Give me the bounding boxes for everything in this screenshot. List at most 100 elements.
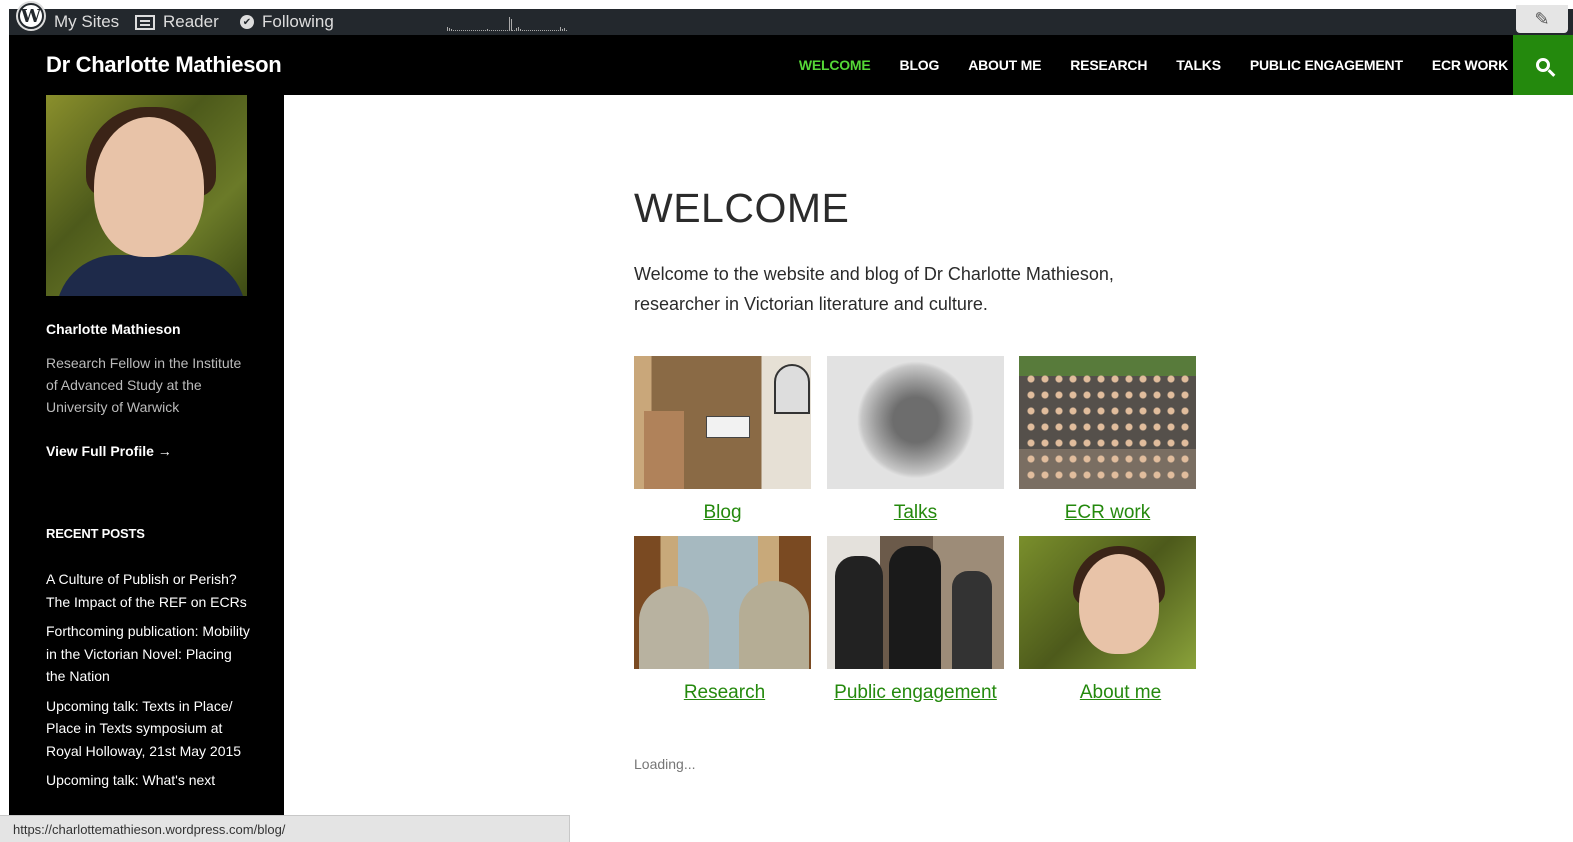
nav-public-engagement[interactable]: PUBLIC ENGAGEMENT xyxy=(1250,57,1403,73)
sparkline-bar xyxy=(496,30,498,31)
sparkline-bar xyxy=(534,30,536,31)
talks-tile-image[interactable] xyxy=(827,356,1004,489)
sparkline-bar xyxy=(520,29,522,31)
sparkline-bar xyxy=(450,29,452,31)
search-icon xyxy=(1536,58,1550,72)
sparkline-bar xyxy=(554,30,556,31)
sparkline-bar xyxy=(514,30,516,31)
intro-text: Welcome to the website and blog of Dr Ch… xyxy=(634,264,1114,314)
research-tile-link[interactable]: Research xyxy=(636,682,813,704)
sparkline-bar xyxy=(540,30,542,31)
following-label: Following xyxy=(262,12,334,31)
blog-tile-link[interactable]: Blog xyxy=(634,502,811,524)
sparkline-bar xyxy=(486,29,488,31)
page-title: WELCOME xyxy=(634,185,850,231)
recent-posts-heading: RECENT POSTS xyxy=(46,526,145,541)
sparkline-bar xyxy=(526,30,528,31)
sparkline-bar xyxy=(482,30,484,31)
about-me-tile-image[interactable] xyxy=(1019,536,1196,669)
sparkline-bar xyxy=(506,30,508,31)
sparkline-bar xyxy=(552,30,554,31)
sparkline-bar xyxy=(524,30,526,31)
sparkline-bar xyxy=(494,30,496,31)
sparkline-bar xyxy=(464,30,466,31)
sparkline-bar xyxy=(448,28,450,31)
recent-posts-list: A Culture of Publish or Perish? The Impa… xyxy=(46,568,251,799)
sidebar: Charlotte Mathieson Research Fellow in t… xyxy=(9,95,284,842)
sparkline-bar xyxy=(456,30,458,31)
recent-post-link[interactable]: Forthcoming publication: Mobility in the… xyxy=(46,620,251,688)
sparkline-bar xyxy=(530,30,532,31)
profile-bio: Research Fellow in the Institute of Adva… xyxy=(46,355,242,415)
main-content: WELCOME Welcome to the website and blog … xyxy=(634,0,1234,842)
site-title[interactable]: Dr Charlotte Mathieson xyxy=(46,52,282,78)
checkmark-icon: ✔ xyxy=(240,15,254,29)
sparkline-bar xyxy=(532,30,534,31)
research-tile-image[interactable] xyxy=(634,536,811,669)
sparkline-bar xyxy=(476,30,478,31)
sparkline-bar xyxy=(468,30,470,31)
reader-button[interactable]: Reader xyxy=(135,9,219,35)
sparkline-bar xyxy=(516,28,518,31)
wordpress-logo-icon[interactable]: W xyxy=(18,3,44,29)
sparkline-bar xyxy=(548,30,550,31)
public-engagement-tile-image[interactable] xyxy=(827,536,1004,669)
sparkline-bar xyxy=(478,30,480,31)
profile-name[interactable]: Charlotte Mathieson xyxy=(46,321,181,337)
browser-status-bar: https://charlottemathieson.wordpress.com… xyxy=(0,815,570,842)
sparkline-bar xyxy=(484,30,486,31)
recent-post-link[interactable]: Upcoming talk: Texts in Place/ Place in … xyxy=(46,695,251,763)
ecr-work-tile-link[interactable]: ECR work xyxy=(1019,502,1196,524)
sparkline-bar xyxy=(508,17,510,31)
reader-icon xyxy=(135,14,155,30)
sparkline-bar xyxy=(566,30,568,31)
sparkline-bar xyxy=(518,27,520,31)
sparkline-bar xyxy=(500,30,502,31)
sparkline-bar xyxy=(510,19,512,31)
sparkline-bar xyxy=(460,30,462,31)
sparkline-bar xyxy=(492,30,494,31)
sparkline-bar xyxy=(560,27,562,31)
blog-tile-image[interactable] xyxy=(634,356,811,489)
sparkline-bar xyxy=(452,30,454,31)
sparkline-bar xyxy=(447,27,448,31)
my-sites-button[interactable]: My Sites xyxy=(54,9,119,35)
sparkline-bar xyxy=(536,30,538,31)
sparkline-bar xyxy=(538,30,540,31)
sparkline-bar xyxy=(474,30,476,31)
sparkline-bar xyxy=(488,30,490,31)
sparkline-bar xyxy=(490,30,492,31)
sparkline-bar xyxy=(462,30,464,31)
view-full-profile-link[interactable]: View Full Profile → xyxy=(46,443,172,459)
sparkline-bar xyxy=(512,30,514,31)
new-post-button[interactable]: ✎ xyxy=(1516,5,1568,33)
nav-ecr-work[interactable]: ECR WORK xyxy=(1432,57,1508,73)
sparkline-bar xyxy=(472,30,474,31)
sparkline-bar xyxy=(562,29,564,31)
sparkline-bar xyxy=(502,30,504,31)
sparkline-bar xyxy=(542,30,544,31)
about-me-tile-link[interactable]: About me xyxy=(1032,682,1209,704)
search-button[interactable] xyxy=(1513,35,1573,95)
my-sites-label: My Sites xyxy=(54,12,120,31)
recent-post-link[interactable]: A Culture of Publish or Perish? The Impa… xyxy=(46,568,251,613)
stats-sparkline[interactable] xyxy=(447,17,568,31)
recent-post-link[interactable]: Upcoming talk: What's next xyxy=(46,769,251,792)
sparkline-bar xyxy=(564,28,566,31)
pencil-icon: ✎ xyxy=(1534,8,1550,29)
status-url: https://charlottemathieson.wordpress.com… xyxy=(13,822,286,837)
reader-label: Reader xyxy=(163,12,219,31)
sparkline-bar xyxy=(466,30,468,31)
following-button[interactable]: ✔ Following xyxy=(240,9,334,35)
sparkline-bar xyxy=(480,30,482,31)
talks-tile-link[interactable]: Talks xyxy=(827,502,1004,524)
sparkline-bar xyxy=(556,30,558,31)
profile-photo[interactable] xyxy=(46,95,247,296)
ecr-work-tile-image[interactable] xyxy=(1019,356,1196,489)
sparkline-bar xyxy=(504,30,506,31)
sparkline-bar xyxy=(522,30,524,31)
loading-indicator: Loading... xyxy=(634,756,696,772)
sparkline-bar xyxy=(454,30,456,31)
public-engagement-tile-link[interactable]: Public engagement xyxy=(827,682,1004,704)
sparkline-bar xyxy=(528,30,530,31)
